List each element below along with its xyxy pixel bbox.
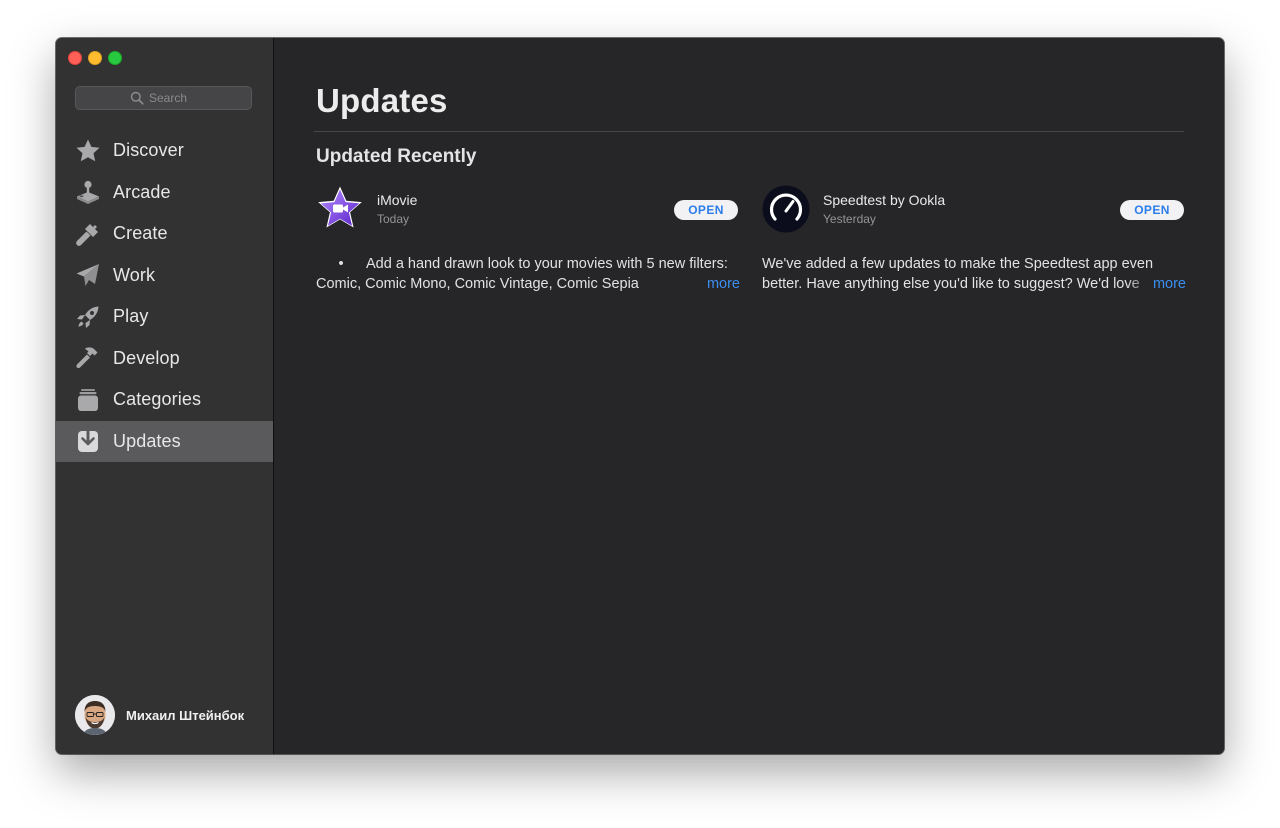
memoji-avatar-icon xyxy=(75,695,115,735)
section-title: Updated Recently xyxy=(316,146,477,167)
search-icon xyxy=(130,91,144,105)
sidebar-item-categories[interactable]: Categories xyxy=(56,379,273,421)
account-button[interactable]: Михаил Штейнбок xyxy=(75,695,244,735)
stack-icon xyxy=(75,387,101,413)
zoom-window-button[interactable] xyxy=(108,51,122,65)
page-title: Updates xyxy=(316,82,448,119)
open-button[interactable]: OPEN xyxy=(1120,200,1184,220)
app-name: Speedtest by Ookla xyxy=(823,192,946,208)
sidebar-item-label: Develop xyxy=(113,347,180,368)
sidebar-item-work[interactable]: Work xyxy=(56,255,273,297)
more-link[interactable]: more xyxy=(1126,274,1186,294)
more-link[interactable]: more xyxy=(680,274,740,294)
sidebar-item-label: Create xyxy=(113,223,168,244)
release-notes-text: We've added a few updates to make the Sp… xyxy=(762,256,1154,292)
open-button[interactable]: OPEN xyxy=(674,200,738,220)
rocket-icon xyxy=(75,304,101,330)
release-notes: • Add a hand drawn look to your movies wi… xyxy=(316,254,738,296)
update-card-imovie: iMovie Today OPEN • Add a hand drawn look… xyxy=(316,184,740,304)
minimize-window-button[interactable] xyxy=(88,51,102,65)
close-window-button[interactable] xyxy=(68,51,82,65)
update-date: Today xyxy=(377,212,410,226)
release-notes-text: Add a hand drawn look to your movies wit… xyxy=(316,256,728,292)
paper-plane-icon xyxy=(75,262,101,288)
title-divider xyxy=(314,131,1184,132)
sidebar-item-label: Discover xyxy=(113,140,184,161)
update-date: Yesterday xyxy=(823,212,876,226)
sidebar-item-develop[interactable]: Develop xyxy=(56,338,273,380)
sidebar-item-label: Arcade xyxy=(113,181,171,202)
brush-icon xyxy=(75,221,101,247)
hammer-icon xyxy=(75,345,101,371)
sidebar-item-updates[interactable]: Updates xyxy=(56,420,273,462)
update-card-speedtest: Speedtest by Ookla Yesterday OPEN We've … xyxy=(762,184,1186,304)
sidebar-item-label: Updates xyxy=(113,430,181,451)
sidebar-item-arcade[interactable]: Arcade xyxy=(56,172,273,214)
sidebar: Discover Arcade xyxy=(56,38,274,754)
sidebar-item-label: Play xyxy=(113,306,149,327)
download-tray-icon xyxy=(75,428,101,454)
search-field[interactable] xyxy=(75,86,252,110)
list-bullet: • xyxy=(338,256,344,272)
main-content: Updates Updated Recently iMovie Today OP… xyxy=(274,38,1224,754)
sidebar-item-create[interactable]: Create xyxy=(56,213,273,255)
user-name: Михаил Штейнбок xyxy=(126,707,245,723)
sidebar-item-discover[interactable]: Discover xyxy=(56,130,273,172)
star-icon xyxy=(75,138,101,164)
search-input[interactable] xyxy=(149,91,197,105)
speedtest-app-icon[interactable] xyxy=(762,185,810,233)
app-store-window: Discover Arcade xyxy=(56,38,1224,754)
sidebar-item-label: Categories xyxy=(113,389,202,410)
sidebar-item-label: Work xyxy=(113,264,156,285)
imovie-app-icon[interactable] xyxy=(316,185,364,233)
sidebar-item-play[interactable]: Play xyxy=(56,296,273,338)
avatar xyxy=(75,695,115,735)
release-notes: We've added a few updates to make the Sp… xyxy=(762,254,1184,296)
sidebar-nav: Discover Arcade Create Work Play Develop… xyxy=(56,130,273,462)
joystick-icon xyxy=(75,179,101,205)
app-name: iMovie xyxy=(377,192,418,208)
